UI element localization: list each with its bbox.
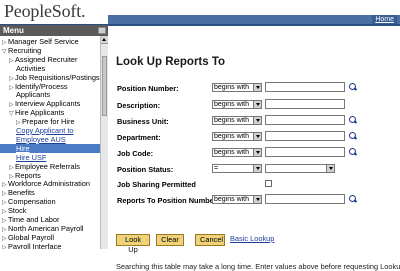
menu-item-label: Hire <box>16 143 30 153</box>
department-operator-select[interactable]: begins with <box>212 132 262 141</box>
cancel-button[interactable]: Cancel <box>195 234 225 246</box>
job-code-lookup-icon[interactable] <box>349 148 357 157</box>
menu-scrollbar[interactable] <box>100 36 108 249</box>
menu-item-label: Job Requisitions/Postings <box>15 72 100 82</box>
peoplesoft-logo: PeopleSoft. <box>4 1 86 21</box>
menu-item-label: Recruiting <box>8 45 42 55</box>
description-operator-select[interactable]: begins with <box>212 100 262 109</box>
menu-item-label: Employee AUS <box>16 134 66 144</box>
menu-item[interactable]: Employee AUS <box>16 135 66 144</box>
menu-item-label: Assigned Recruiter <box>15 54 78 64</box>
job-sharing-label: Job Sharing Permitted <box>117 180 196 189</box>
menu-item[interactable]: Activities <box>16 64 45 73</box>
description-label: Description: <box>117 101 161 110</box>
menu-item-label: Identify/Process <box>15 81 68 91</box>
search-hint-text: Searching this table may take a long tim… <box>116 262 400 271</box>
job-code-input[interactable] <box>265 147 345 157</box>
chevron-down-icon <box>253 84 261 91</box>
menu-item-label: Employee Referrals <box>15 161 80 171</box>
position-status-value-select[interactable] <box>265 164 335 173</box>
reports-to-position-label: Reports To Position Number: <box>117 196 220 205</box>
chevron-down-icon <box>253 149 261 156</box>
business-unit-label: Business Unit: <box>117 117 169 126</box>
menu-item-label: Time and Labor <box>8 215 60 224</box>
menu-item-label: Reports <box>15 170 41 180</box>
chevron-down-icon <box>253 196 261 203</box>
job-code-operator-select[interactable]: begins with <box>212 148 262 157</box>
menu-item-label: Payroll Interface <box>8 241 62 249</box>
app-header: PeopleSoft. Home <box>0 0 400 25</box>
top-navigation-bar: Home <box>108 15 400 24</box>
menu-item[interactable]: Hire <box>0 143 100 153</box>
menu-item-label: North American Payroll <box>8 223 84 233</box>
menu-item-label: Copy Applicant to <box>16 126 74 135</box>
description-input[interactable] <box>265 99 345 109</box>
look-up-button[interactable]: Look Up <box>116 234 150 254</box>
menu-item-label: Activities <box>16 63 46 73</box>
menu-title: Menu <box>3 26 24 35</box>
reports-to-lookup-icon[interactable] <box>349 195 357 204</box>
menu-item-label: Hire USF <box>16 152 47 162</box>
department-input[interactable] <box>265 131 345 141</box>
minimize-menu-icon[interactable] <box>98 27 106 34</box>
menu-item-label: Manager Self Service <box>8 37 79 46</box>
menu-item[interactable]: Applicants <box>16 90 50 99</box>
menu-item-label: Compensation <box>8 197 56 207</box>
business-unit-operator-select[interactable]: begins with <box>212 116 262 125</box>
menu-item-label: Prepare for Hire <box>22 117 75 127</box>
menu-item[interactable]: ▷Payroll Interface <box>2 242 61 249</box>
chevron-down-icon <box>253 117 261 124</box>
scroll-up-arrow-icon[interactable] <box>101 36 108 44</box>
business-unit-input[interactable] <box>265 115 345 125</box>
menu-item-label: Stock <box>8 206 27 216</box>
chevron-down-icon <box>253 165 261 172</box>
chevron-down-icon <box>253 133 261 140</box>
menu-item[interactable]: Hire USF <box>16 153 46 162</box>
position-status-label: Position Status: <box>117 165 174 174</box>
position-status-operator-select[interactable]: = <box>212 164 262 173</box>
basic-lookup-link[interactable]: Basic Lookup <box>230 234 274 243</box>
menu-item-label: Global Payroll <box>8 232 55 242</box>
department-label: Department: <box>117 133 161 142</box>
page-title: Look Up Reports To <box>116 56 226 68</box>
department-lookup-icon[interactable] <box>349 132 357 141</box>
menu-item-label: Interview Applicants <box>15 99 81 109</box>
menu-item-label: Applicants <box>16 90 51 100</box>
chevron-down-icon <box>326 165 334 172</box>
main-content: Look Up Reports To Position Number: begi… <box>108 26 400 271</box>
menu-item-label: Benefits <box>8 188 35 198</box>
home-link[interactable]: Home <box>372 15 397 24</box>
reports-to-position-input[interactable] <box>265 194 345 204</box>
position-number-input[interactable] <box>265 82 345 92</box>
position-number-operator-select[interactable]: begins with <box>212 83 262 92</box>
menu-item[interactable]: Copy Applicant to <box>16 126 74 135</box>
job-sharing-checkbox[interactable] <box>265 180 272 187</box>
position-number-lookup-icon[interactable] <box>349 83 357 92</box>
business-unit-lookup-icon[interactable] <box>349 116 357 125</box>
menu-item-label: Hire Applicants <box>15 108 65 118</box>
chevron-down-icon <box>253 101 261 108</box>
navigation-menu: ▷Manager Self Service ▽Recruiting ▷Assigne… <box>0 36 100 249</box>
clear-button[interactable]: Clear <box>156 234 184 246</box>
menu-item-label: Workforce Administration <box>8 179 91 189</box>
menu-header: Menu <box>0 25 108 36</box>
job-code-label: Job Code: <box>117 149 154 158</box>
scroll-thumb[interactable] <box>102 56 107 116</box>
position-number-label: Position Number: <box>117 84 179 93</box>
reports-to-operator-select[interactable]: begins with <box>212 195 262 204</box>
